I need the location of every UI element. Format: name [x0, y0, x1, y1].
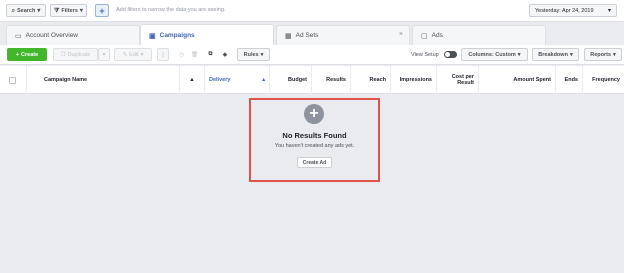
rules-label: Rules: [243, 51, 259, 58]
duplicate-dropdown[interactable]: ▾: [98, 48, 110, 61]
column-budget[interactable]: Budget: [270, 66, 312, 94]
chevron-down-icon: ▾: [517, 51, 521, 58]
chevron-down-icon: ▾: [79, 7, 83, 14]
reports-button[interactable]: Reports ▾: [584, 48, 622, 61]
edit-button[interactable]: ✎ Edit ▾: [114, 48, 152, 61]
history-icon: ◷: [179, 51, 184, 58]
search-icon: ⌕: [11, 7, 15, 14]
column-cost-per-result[interactable]: Cost per Result: [437, 66, 479, 94]
tab-label: Ad Sets: [295, 32, 319, 39]
select-all-cell: [0, 66, 27, 94]
date-range-button[interactable]: Yesterday: Apr 24, 2019 ▾: [529, 4, 617, 17]
reports-label: Reports: [590, 51, 611, 58]
plus-icon: +: [15, 51, 20, 58]
trash-icon: ▯: [161, 51, 165, 58]
empty-state-subtitle: You haven't created any ads yet.: [274, 143, 355, 149]
columns-label: Columns: Custom: [468, 51, 516, 58]
add-filter-button[interactable]: +: [95, 4, 109, 17]
duplicate-button[interactable]: ❐ Duplicate: [53, 48, 98, 61]
campaigns-icon: ▣: [149, 32, 156, 40]
preview-icon: ⧉: [208, 51, 213, 57]
table-header: Campaign Name ▲ Delivery ▴ Budget Result…: [0, 66, 624, 94]
breakdown-button[interactable]: Breakdown ▾: [532, 48, 579, 61]
tab-label: Campaigns: [159, 32, 195, 39]
column-delivery[interactable]: Delivery ▴: [205, 66, 270, 94]
tab-ad-sets[interactable]: ▦ Ad Sets ×: [276, 25, 410, 45]
column-reach[interactable]: Reach: [351, 66, 391, 94]
search-button[interactable]: ⌕ Search ▾: [6, 4, 46, 17]
chevron-down-icon: ▾: [260, 51, 264, 58]
tag-icon: ◈: [222, 51, 228, 58]
ads-icon: ▢: [421, 32, 428, 40]
chevron-down-icon: ▾: [569, 51, 573, 58]
filter-bar: ⌕ Search ▾ ⧩ Filters ▾ + Add filters to …: [0, 0, 624, 22]
chevron-down-icon: ▾: [607, 7, 611, 14]
search-label: Search: [17, 7, 36, 14]
overview-icon: ▭: [15, 32, 22, 40]
column-ends[interactable]: Ends: [556, 66, 583, 94]
preview-button[interactable]: ⧉: [204, 48, 217, 61]
filters-label: Filters: [61, 7, 78, 14]
chevron-down-icon: ▾: [613, 51, 616, 58]
tag-button[interactable]: ◈: [219, 48, 231, 61]
close-icon[interactable]: ×: [399, 31, 403, 38]
tab-ads[interactable]: ▢ Ads: [412, 25, 546, 45]
trash-button[interactable]: 🗑: [189, 48, 200, 61]
view-setup-toggle[interactable]: [444, 51, 457, 58]
column-campaign-name[interactable]: Campaign Name: [40, 66, 180, 94]
columns-button[interactable]: Columns: Custom ▾: [461, 48, 528, 61]
empty-state-title: No Results Found: [282, 131, 347, 140]
history-button[interactable]: ◷: [176, 48, 187, 61]
column-impressions[interactable]: Impressions: [391, 66, 437, 94]
tab-row: ▭ Account Overview ▣ Campaigns ▦ Ad Sets…: [0, 23, 624, 46]
filter-hint: Add filters to narrow the data you are s…: [116, 7, 226, 13]
duplicate-icon: ❐: [60, 51, 66, 58]
tab-campaigns[interactable]: ▣ Campaigns: [140, 24, 274, 46]
column-amount-spent[interactable]: Amount Spent: [479, 66, 556, 94]
adsets-icon: ▦: [285, 32, 292, 40]
toolbar: + Create ❐ Duplicate ▾ ✎ Edit ▾ ▯ ◷ 🗑 ⧉ …: [0, 45, 624, 65]
view-setup-label: View Setup: [411, 52, 439, 58]
delivery-label: Delivery: [209, 77, 231, 83]
delete-button[interactable]: ▯: [157, 48, 169, 61]
filter-icon: ⧩: [54, 7, 60, 14]
chevron-down-icon: ▾: [102, 51, 106, 58]
create-label: Create: [21, 51, 39, 58]
create-button[interactable]: + Create: [7, 48, 47, 61]
select-all-checkbox[interactable]: [9, 76, 16, 84]
column-frequency[interactable]: Frequency: [583, 66, 624, 94]
tab-label: Account Overview: [25, 32, 79, 39]
rules-button[interactable]: Rules ▾: [237, 48, 270, 61]
column-warning[interactable]: ▲: [180, 66, 205, 94]
chevron-down-icon: ▾: [140, 51, 144, 58]
tab-label: Ads: [431, 32, 443, 39]
edit-label: Edit: [129, 51, 139, 58]
column-results[interactable]: Results: [312, 66, 351, 94]
chevron-down-icon: ▾: [37, 7, 41, 14]
duplicate-label: Duplicate: [67, 51, 91, 58]
trash-icon: 🗑: [191, 51, 198, 58]
sort-up-icon: ▴: [262, 77, 265, 83]
date-range-label: Yesterday: Apr 24, 2019: [535, 7, 594, 14]
add-circle-icon: +: [304, 104, 324, 124]
filters-button[interactable]: ⧩ Filters ▾: [50, 4, 87, 17]
pencil-icon: ✎: [122, 51, 128, 58]
create-ad-button[interactable]: Create Ad: [297, 157, 332, 168]
warning-icon: ▲: [189, 77, 195, 83]
tab-account-overview[interactable]: ▭ Account Overview: [6, 25, 140, 45]
breakdown-label: Breakdown: [538, 51, 568, 58]
